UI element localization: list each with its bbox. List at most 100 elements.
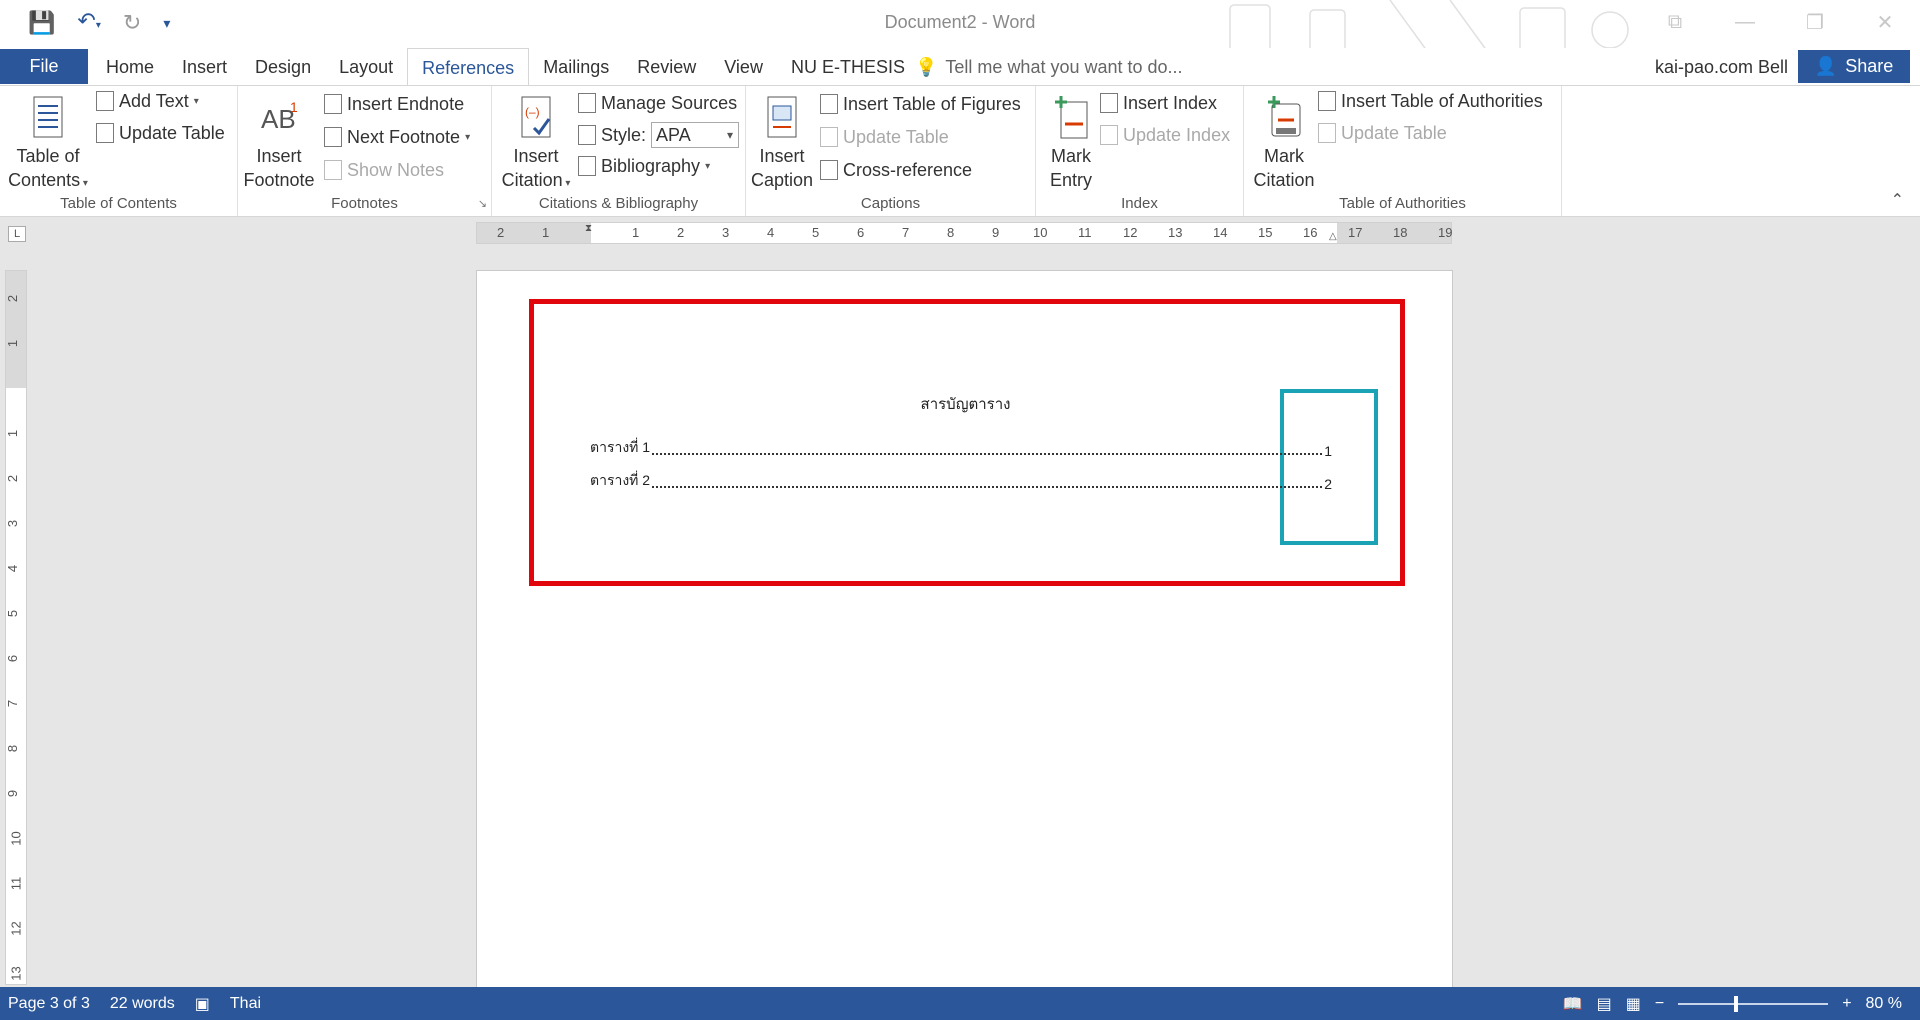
dialog-launcher-icon[interactable]: ↘ xyxy=(478,197,487,210)
ribbon-display-options-icon[interactable]: ⧉ xyxy=(1640,0,1710,44)
tab-view[interactable]: View xyxy=(710,48,777,86)
toc-entry[interactable]: ตารางที่ 2 2 xyxy=(590,472,1332,492)
tab-references[interactable]: References xyxy=(407,48,530,87)
tab-selector[interactable]: L xyxy=(8,226,26,242)
account-name[interactable]: kai-pao.com Bell xyxy=(1655,48,1788,86)
share-button[interactable]: 👤 Share xyxy=(1798,50,1910,83)
share-label: Share xyxy=(1845,56,1894,76)
footnote-icon: AB1 xyxy=(261,99,298,134)
update-index-button[interactable]: Update Index xyxy=(1100,122,1230,148)
ribbon: Table of Contents ▾ Add Text ▾ Update Tab… xyxy=(0,85,1920,217)
mark-citation-icon xyxy=(1268,96,1301,137)
tab-layout[interactable]: Layout xyxy=(325,48,407,86)
group-table-of-authorities: Mark Citation Insert Table of Authoritie… xyxy=(1244,86,1562,216)
table-of-authorities-icon xyxy=(1318,91,1336,111)
tab-mailings[interactable]: Mailings xyxy=(529,48,623,86)
window-controls: ⧉ — ❐ ✕ xyxy=(1640,0,1920,44)
update-table-icon xyxy=(96,123,114,143)
manage-sources-icon xyxy=(578,93,596,113)
cross-reference-icon xyxy=(820,160,838,180)
title-bar: 💾 ↶▾ ↻ ▾ Document2 - Word ⧉ — ❐ ✕ xyxy=(0,0,1920,56)
add-text-button[interactable]: Add Text ▾ xyxy=(96,88,199,114)
group-index: Mark Entry Insert Index Update Index Ind… xyxy=(1036,86,1244,216)
tab-design[interactable]: Design xyxy=(241,48,325,86)
toc-entry[interactable]: ตารางที่ 1 1 xyxy=(590,439,1332,459)
group-label: Index xyxy=(1121,195,1158,212)
update-table-authorities-button[interactable]: Update Table xyxy=(1318,120,1447,146)
group-label: Footnotes xyxy=(331,195,398,212)
insert-footnote-button[interactable]: AB 1 Insert Footnote xyxy=(242,94,316,192)
ribbon-tabs: File Home Insert Design Layout Reference… xyxy=(0,48,1920,87)
file-tab[interactable]: File xyxy=(0,49,88,84)
tell-me-placeholder: Tell me what you want to do... xyxy=(945,57,1183,77)
table-of-tables-heading: สารบัญตาราง xyxy=(920,396,1011,413)
language-indicator[interactable]: Thai xyxy=(230,995,261,1013)
table-of-contents-button[interactable]: Table of Contents ▾ xyxy=(8,94,88,196)
endnote-icon xyxy=(324,94,342,114)
zoom-out-icon[interactable]: − xyxy=(1655,995,1664,1013)
update-table-icon xyxy=(1318,123,1336,143)
tab-review[interactable]: Review xyxy=(623,48,710,86)
group-label: Citations & Bibliography xyxy=(538,195,699,212)
indent-marker-icon[interactable]: ⧗ xyxy=(585,223,592,234)
status-bar: Page 3 of 3 22 words ▣ Thai 📖 ▤ ▦ − + 80… xyxy=(0,987,1920,1020)
group-footnotes: AB 1 Insert Footnote Insert Endnote Next … xyxy=(238,86,492,216)
zoom-in-icon[interactable]: + xyxy=(1842,995,1851,1013)
zoom-thumb[interactable] xyxy=(1734,995,1739,1012)
update-table-captions-button[interactable]: Update Table xyxy=(820,124,949,150)
restore-button[interactable]: ❐ xyxy=(1780,0,1850,44)
next-footnote-icon xyxy=(324,127,342,147)
horizontal-ruler[interactable]: 21 123 456 789 10 11 12 13 14 15 16 17 18 19 ⧗… xyxy=(476,222,1452,244)
group-label: Table of Authorities xyxy=(1339,195,1466,212)
caption-icon xyxy=(767,96,797,138)
cross-reference-button[interactable]: Cross-reference xyxy=(820,157,972,183)
close-button[interactable]: ✕ xyxy=(1850,0,1920,44)
tab-home[interactable]: Home xyxy=(92,48,168,86)
manage-sources-button[interactable]: Manage Sources xyxy=(578,90,737,116)
left-margin-area xyxy=(477,223,591,243)
proofing-icon[interactable]: ▣ xyxy=(195,994,210,1014)
right-indent-marker-icon[interactable]: △ xyxy=(1329,231,1337,242)
mark-entry-icon xyxy=(1055,96,1088,139)
insert-index-button[interactable]: Insert Index xyxy=(1100,90,1217,116)
group-label: Table of Contents xyxy=(60,195,177,212)
web-layout-icon[interactable]: ▦ xyxy=(1626,994,1641,1014)
insert-endnote-button[interactable]: Insert Endnote xyxy=(324,91,464,117)
mark-citation-button[interactable]: Mark Citation xyxy=(1248,94,1320,192)
tell-me-box[interactable]: 💡 Tell me what you want to do... xyxy=(915,48,1183,86)
bibliography-button[interactable]: Bibliography ▾ xyxy=(578,153,710,179)
document-page[interactable]: สารบัญตาราง ตารางที่ 1 1 ตารางที่ 2 2 xyxy=(476,270,1453,990)
word-count[interactable]: 22 words xyxy=(110,995,175,1013)
group-citations-bibliography: (–) Insert Citation ▾ Manage Sources Sty… xyxy=(492,86,746,216)
tab-nu-e-thesis[interactable]: NU E-THESIS xyxy=(777,48,919,86)
style-dropdown[interactable]: APA xyxy=(651,122,740,148)
insert-citation-button[interactable]: (–) Insert Citation ▾ xyxy=(496,94,576,196)
page-count[interactable]: Page 3 of 3 xyxy=(8,995,90,1013)
collapse-ribbon-icon[interactable]: ⌃ xyxy=(1891,190,1904,210)
top-margin-area xyxy=(6,271,26,388)
style-selector[interactable]: Style: APA xyxy=(578,122,740,148)
minimize-button[interactable]: — xyxy=(1710,0,1780,44)
update-table-icon xyxy=(820,127,838,147)
add-text-icon xyxy=(96,91,114,111)
zoom-level[interactable]: 80 % xyxy=(1866,995,1902,1013)
zoom-slider[interactable] xyxy=(1678,995,1829,1012)
vertical-ruler[interactable]: 21 123 456 789 10 11 12 13 xyxy=(5,270,27,985)
tab-insert[interactable]: Insert xyxy=(168,48,241,86)
svg-text:1: 1 xyxy=(290,99,298,115)
insert-table-of-authorities-button[interactable]: Insert Table of Authorities xyxy=(1318,88,1543,114)
read-mode-icon[interactable]: 📖 xyxy=(1563,994,1583,1014)
show-notes-icon xyxy=(324,160,342,180)
group-captions: Insert Caption Insert Table of Figures U… xyxy=(746,86,1036,216)
insert-caption-button[interactable]: Insert Caption xyxy=(750,94,814,192)
svg-text:(–): (–) xyxy=(525,105,540,119)
next-footnote-button[interactable]: Next Footnote ▾ xyxy=(324,124,470,150)
table-of-figures-icon xyxy=(820,94,838,114)
style-icon xyxy=(578,125,596,145)
mark-entry-button[interactable]: Mark Entry xyxy=(1040,94,1102,192)
update-table-button[interactable]: Update Table xyxy=(96,120,225,146)
show-notes-button[interactable]: Show Notes xyxy=(324,157,444,183)
insert-table-of-figures-button[interactable]: Insert Table of Figures xyxy=(820,91,1021,117)
print-layout-icon[interactable]: ▤ xyxy=(1597,994,1612,1014)
leader-dots xyxy=(652,453,1323,455)
